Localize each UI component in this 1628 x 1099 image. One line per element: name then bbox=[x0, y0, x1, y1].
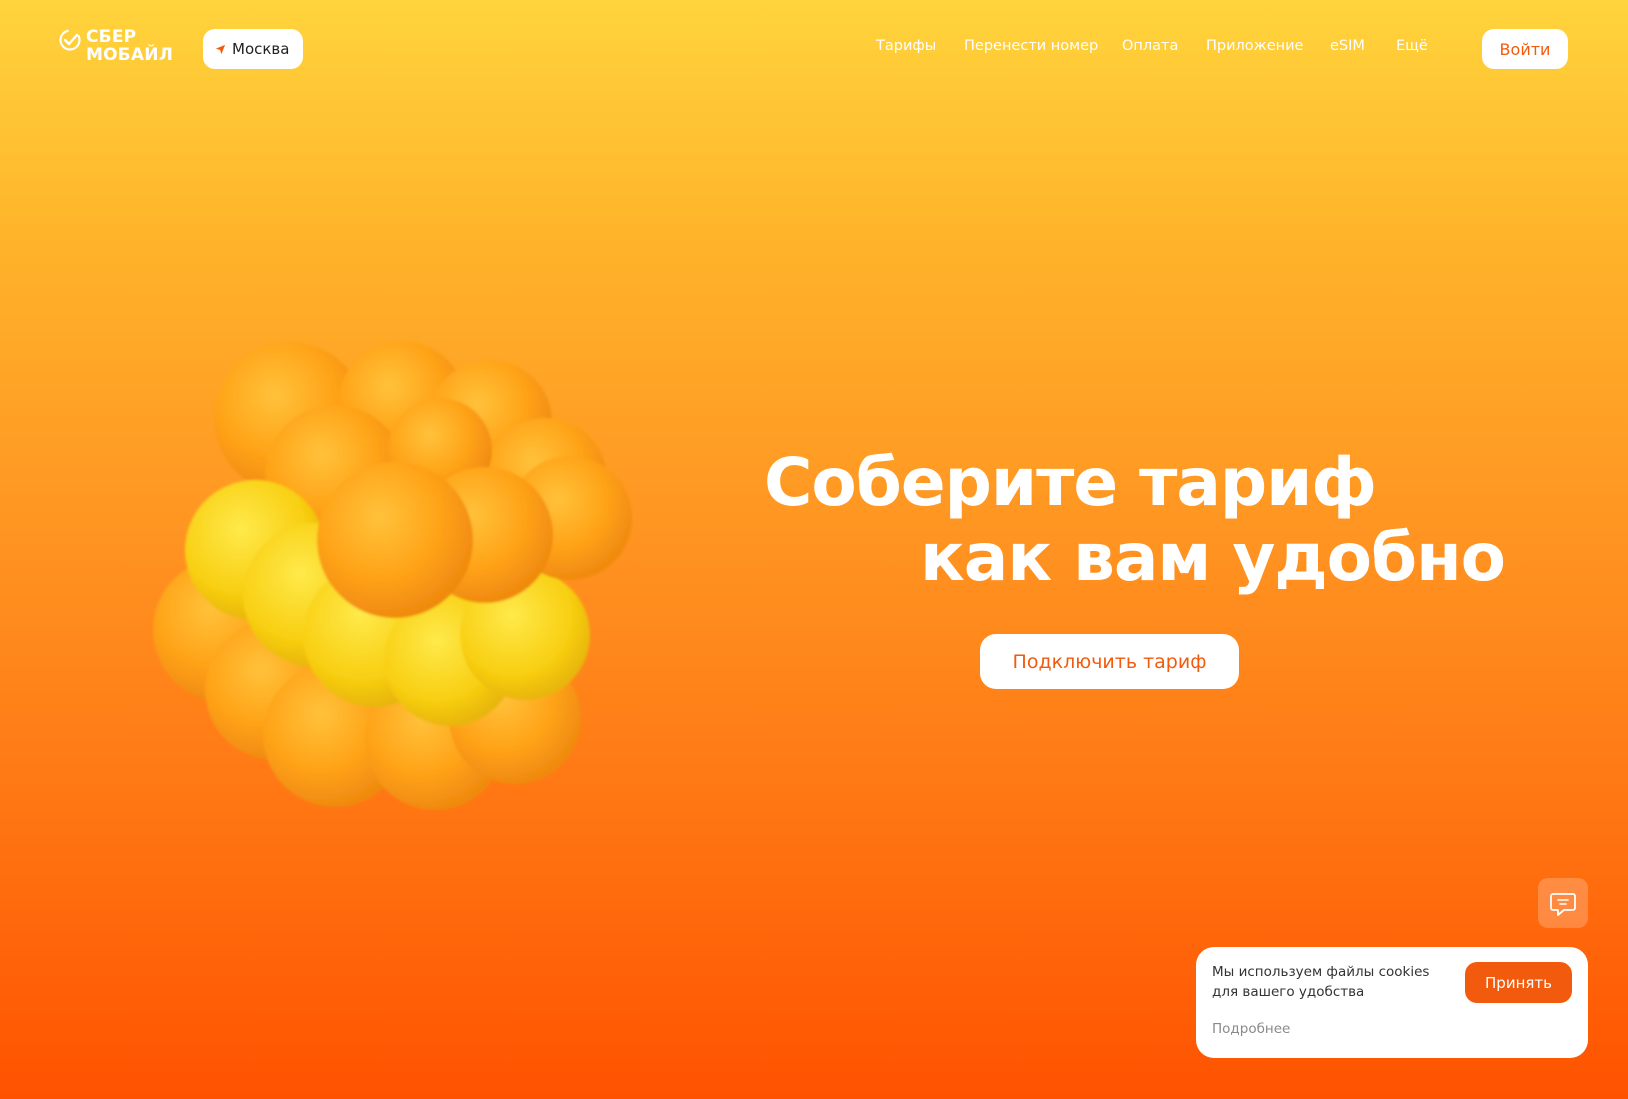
sber-mobile-logo[interactable]: СБЕР МОБАЙЛ bbox=[58, 28, 173, 64]
hero-title-line1: Соберите тариф bbox=[764, 444, 1377, 521]
nav-item-port-number[interactable]: Перенести номер bbox=[964, 38, 1098, 54]
logo-line2: МОБАЙЛ bbox=[86, 45, 174, 65]
login-button[interactable]: Войти bbox=[1482, 29, 1568, 69]
nav-item-payment[interactable]: Оплата bbox=[1122, 38, 1178, 54]
fluffy-spheres-illustration bbox=[153, 341, 632, 810]
cookie-text: Мы используем файлы cookies для вашего у… bbox=[1212, 964, 1430, 1000]
nav-item-tariffs[interactable]: Тарифы bbox=[876, 38, 936, 54]
logo-line1: СБЕР bbox=[86, 27, 137, 47]
site-header: СБЕР МОБАЙЛ Москва Тарифы Перенести номе… bbox=[0, 0, 1628, 98]
city-select-button[interactable]: Москва bbox=[203, 29, 304, 69]
nav-item-esim[interactable]: eSIM bbox=[1330, 38, 1365, 54]
cookie-accept-button[interactable]: Принять bbox=[1465, 962, 1572, 1003]
hero-title: Соберите тариф как вам удобно bbox=[764, 444, 1506, 596]
nav-item-more[interactable]: Ещё bbox=[1396, 38, 1428, 54]
sber-check-icon bbox=[59, 29, 81, 51]
chat-bubble-icon bbox=[1550, 893, 1576, 916]
cookie-more-link[interactable]: Подробнее bbox=[1212, 1021, 1290, 1037]
hero-title-line2: как вам удобно bbox=[920, 519, 1506, 596]
nav-item-app[interactable]: Приложение bbox=[1206, 38, 1303, 54]
location-arrow-icon bbox=[215, 44, 226, 54]
connect-tariff-button[interactable]: Подключить тариф bbox=[980, 634, 1239, 689]
cookie-banner: Мы используем файлы cookies для вашего у… bbox=[1196, 947, 1588, 1058]
logo-wordmark: СБЕР МОБАЙЛ bbox=[86, 28, 173, 64]
city-label: Москва bbox=[232, 40, 290, 58]
chat-button[interactable] bbox=[1538, 878, 1588, 928]
